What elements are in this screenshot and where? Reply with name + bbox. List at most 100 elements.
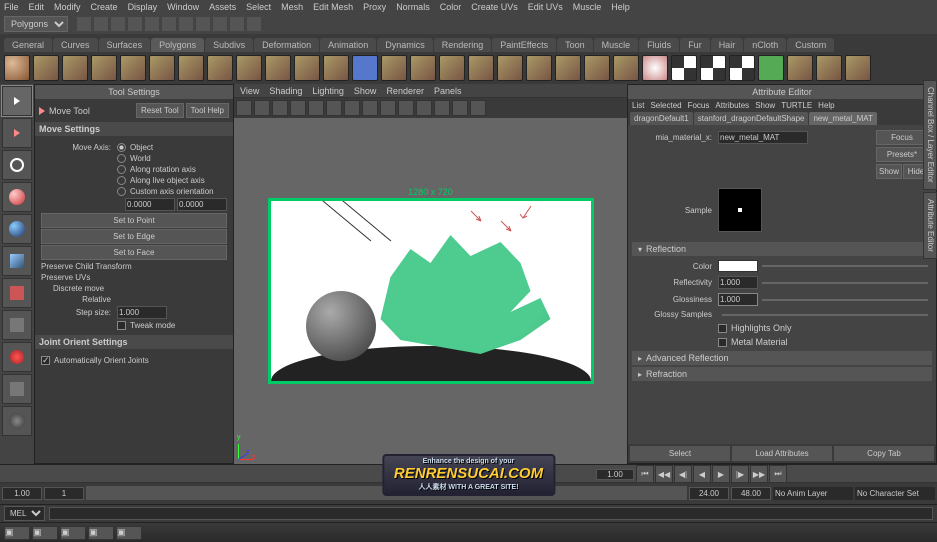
status-icon[interactable] [230,17,244,31]
vp-menu-lighting[interactable]: Lighting [312,86,344,96]
shelf-misc5-icon[interactable] [468,55,494,81]
color-swatch[interactable] [718,260,758,272]
vp-tool-icon[interactable] [308,100,324,116]
shelf-tab-hair[interactable]: Hair [711,38,744,52]
status-icon[interactable] [111,17,125,31]
shelf-pipe-icon[interactable] [236,55,262,81]
vp-tool-icon[interactable] [290,100,306,116]
shelf-misc9-icon[interactable] [584,55,610,81]
command-input[interactable] [49,507,933,520]
shelf-cone-icon[interactable] [91,55,117,81]
shelf-tab-fluids[interactable]: Fluids [639,38,679,52]
shelf-torus-icon[interactable] [149,55,175,81]
axis-rotation-radio[interactable] [117,165,126,174]
tweak-check[interactable] [117,321,126,330]
status-icon[interactable] [128,17,142,31]
char-set-select[interactable]: No Character Set [855,487,935,500]
step-back-button[interactable]: ◀◀ [655,465,673,483]
axis-world-radio[interactable] [117,154,126,163]
shelf-platonic-icon[interactable] [323,55,349,81]
menu-modify[interactable]: Modify [54,2,81,12]
axis-custom-radio[interactable] [117,187,126,196]
shelf-checker-icon[interactable] [671,55,697,81]
menu-file[interactable]: File [4,2,19,12]
status-icon[interactable] [77,17,91,31]
shelf-misc6-icon[interactable] [497,55,523,81]
menu-muscle[interactable]: Muscle [573,2,602,12]
vp-tool-icon[interactable] [362,100,378,116]
highlights-check[interactable] [718,324,727,333]
paint-select-tool[interactable] [2,150,32,180]
vp-tool-icon[interactable] [380,100,396,116]
ae-menu-turtle[interactable]: TURTLE [781,101,812,110]
shelf-misc11-icon[interactable] [787,55,813,81]
next-key-button[interactable]: |▶ [731,465,749,483]
glossy-slider[interactable] [722,314,928,316]
menu-proxy[interactable]: Proxy [363,2,386,12]
scale-tool[interactable] [2,246,32,276]
range-start-outer[interactable] [2,487,42,500]
snap-x-input[interactable] [125,198,175,211]
shelf-green-icon[interactable] [758,55,784,81]
layout-four[interactable] [2,406,32,436]
glossiness-input[interactable] [718,293,758,306]
reflectivity-input[interactable] [718,276,758,289]
shelf-prism-icon[interactable] [178,55,204,81]
shelf-misc4-icon[interactable] [439,55,465,81]
shelf-misc3-icon[interactable] [410,55,436,81]
vp-tool-icon[interactable] [254,100,270,116]
shelf-soccer-icon[interactable] [294,55,320,81]
shelf-checker2-icon[interactable] [700,55,726,81]
task-app[interactable]: ▣ [4,526,30,540]
joint-orient-header[interactable]: Joint Orient Settings [35,335,233,349]
reflection-section[interactable]: Reflection [632,242,932,256]
ae-menu-attributes[interactable]: Attributes [715,101,749,110]
step-fwd-button[interactable]: ▶▶ [750,465,768,483]
color-slider[interactable] [762,265,928,267]
ae-tab-shape[interactable]: stanford_dragonDefaultShape [694,112,809,125]
shelf-misc2-icon[interactable] [381,55,407,81]
ae-tab-material[interactable]: new_metal_MAT [809,112,876,125]
vp-tool-icon[interactable] [434,100,450,116]
shelf-misc12-icon[interactable] [816,55,842,81]
shelf-cube-icon[interactable] [33,55,59,81]
menu-edit[interactable]: Edit [29,2,45,12]
ae-menu-focus[interactable]: Focus [688,101,710,110]
shelf-sphere-icon[interactable] [4,55,30,81]
menu-help[interactable]: Help [611,2,630,12]
reset-tool-button[interactable]: Reset Tool [136,103,184,118]
range-start-inner[interactable] [44,487,84,500]
vp-menu-panels[interactable]: Panels [434,86,462,96]
shelf-tab-animation[interactable]: Animation [320,38,376,52]
shelf-misc8-icon[interactable] [555,55,581,81]
shelf-checker3-icon[interactable] [729,55,755,81]
play-back-button[interactable]: ◀ [693,465,711,483]
shelf-misc13-icon[interactable] [845,55,871,81]
prev-key-button[interactable]: ◀| [674,465,692,483]
task-app[interactable]: ▣ [116,526,142,540]
soft-tool[interactable] [2,310,32,340]
menu-normals[interactable]: Normals [396,2,430,12]
status-icon[interactable] [196,17,210,31]
viewport-canvas[interactable]: 1280 x 720 x y z persp [234,118,627,464]
task-app[interactable]: ▣ [88,526,114,540]
vp-menu-shading[interactable]: Shading [269,86,302,96]
status-icon[interactable] [179,17,193,31]
shelf-misc10-icon[interactable] [613,55,639,81]
move-settings-header[interactable]: Move Settings [35,122,233,136]
reflectivity-slider[interactable] [762,282,928,284]
shelf-cylinder-icon[interactable] [62,55,88,81]
goto-end-button[interactable]: ⏭ [769,465,787,483]
tool-help-button[interactable]: Tool Help [186,103,229,118]
vp-tool-icon[interactable] [452,100,468,116]
vp-menu-show[interactable]: Show [354,86,377,96]
set-to-edge-button[interactable]: Set to Edge [41,229,227,244]
shelf-tab-custom[interactable]: Custom [787,38,834,52]
shelf-tab-subdivs[interactable]: Subdivs [205,38,253,52]
status-icon[interactable] [162,17,176,31]
move-tool[interactable] [2,182,32,212]
status-icon[interactable] [94,17,108,31]
status-icon[interactable] [247,17,261,31]
shelf-tab-toon[interactable]: Toon [557,38,593,52]
axis-object-radio[interactable] [117,143,126,152]
